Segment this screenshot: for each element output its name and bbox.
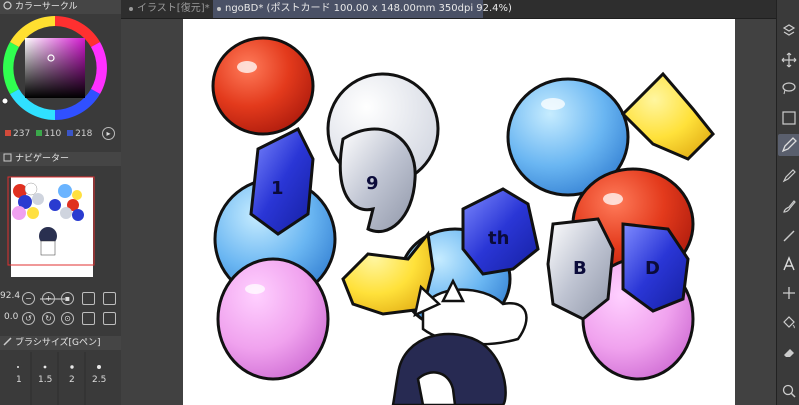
balloon-d: D: [645, 258, 660, 279]
right-toolbar: [776, 0, 799, 405]
zoom-fit-icon[interactable]: ▪: [61, 292, 74, 305]
selection-tool-icon[interactable]: [781, 110, 797, 126]
navigator-icon: [3, 153, 12, 162]
palette-icon: [3, 1, 12, 10]
brush-size-2[interactable]: 2: [69, 375, 75, 385]
navigator-title: ナビゲーター: [15, 154, 70, 164]
lasso-tool-icon[interactable]: [781, 80, 797, 96]
color-mode-icon[interactable]: ▸: [102, 127, 115, 140]
zoom-tool-icon[interactable]: [781, 383, 797, 399]
brush-tool-icon[interactable]: [781, 198, 797, 214]
balloon-illustration: 1 9 th B D: [211, 36, 716, 405]
left-panel: カラーサークル 237 110 218 ▸ ナビゲーター 92.4 − + ▪ …: [0, 0, 122, 405]
tab-illustration[interactable]: イラスト[復元]*: [125, 0, 225, 18]
zoom-out-icon[interactable]: −: [22, 292, 35, 305]
brush-size-2-5[interactable]: 2.5: [92, 375, 106, 385]
navigator-rotation[interactable]: 0.0: [4, 312, 18, 322]
tab-modified-dot: [129, 7, 133, 11]
balloon-9: 9: [366, 173, 379, 194]
color-wheel[interactable]: [0, 12, 121, 128]
reset-rotation-icon[interactable]: ⊙: [61, 312, 74, 325]
green-swatch: [36, 130, 43, 136]
text-tool-icon[interactable]: [781, 256, 797, 272]
fill-tool-icon[interactable]: [781, 314, 797, 330]
rgb-values: 237 110 218: [5, 129, 92, 139]
tab-modified-dot: [217, 7, 221, 11]
eraser-tool-icon[interactable]: [781, 344, 797, 360]
rotate-right-icon[interactable]: ↻: [42, 312, 55, 325]
navigator-header[interactable]: ナビゲーター: [0, 152, 121, 166]
balloon-th: th: [488, 228, 509, 249]
tab-illustration-label: イラスト[復元]*: [137, 3, 210, 14]
navigator-preview-area[interactable]: [3, 169, 118, 282]
rotate-left-icon[interactable]: ↺: [22, 312, 35, 325]
balloon-1: 1: [271, 178, 284, 199]
sparkle-tool-icon[interactable]: [781, 285, 797, 301]
blue-swatch: [67, 130, 74, 136]
flip-vertical-icon[interactable]: [103, 312, 116, 325]
fit-screen-icon[interactable]: [82, 292, 95, 305]
navigator-zoom[interactable]: 92.4: [0, 291, 20, 301]
flip-horizontal-icon[interactable]: [82, 312, 95, 325]
brush-size-title: ブラシサイズ[Gペン]: [15, 338, 101, 348]
pen-tool-icon[interactable]: [778, 134, 799, 156]
zoom-in-icon[interactable]: +: [42, 292, 55, 305]
balloon-b: B: [573, 258, 587, 279]
red-value[interactable]: 237: [13, 129, 30, 139]
green-value[interactable]: 110: [44, 129, 61, 139]
brush-size-header[interactable]: ブラシサイズ[Gペン]: [0, 336, 121, 350]
navigator-thumbnail: [7, 176, 95, 277]
brush-size-1-5[interactable]: 1.5: [38, 375, 52, 385]
pencil-tool-icon[interactable]: [781, 168, 797, 184]
airbrush-tool-icon[interactable]: [781, 228, 797, 244]
document-canvas[interactable]: 1 9 th B D: [183, 19, 735, 405]
tab-ngobd-label: ngoBD* (ポストカード 100.00 x 148.00mm 350dpi …: [225, 3, 512, 14]
document-tabs: イラスト[復元]* ngoBD* (ポストカード 100.00 x 148.00…: [121, 0, 776, 19]
tab-ngobd[interactable]: ngoBD* (ポストカード 100.00 x 148.00mm 350dpi …: [213, 0, 512, 18]
color-circle-title: カラーサークル: [15, 2, 78, 12]
brush-size-1[interactable]: 1: [16, 375, 22, 385]
layer-tool-icon[interactable]: [781, 23, 797, 39]
brush-icon: [3, 337, 12, 346]
red-swatch: [5, 130, 11, 136]
move-tool-icon[interactable]: [781, 52, 797, 68]
blue-value[interactable]: 218: [75, 129, 92, 139]
fit-width-icon[interactable]: [103, 292, 116, 305]
